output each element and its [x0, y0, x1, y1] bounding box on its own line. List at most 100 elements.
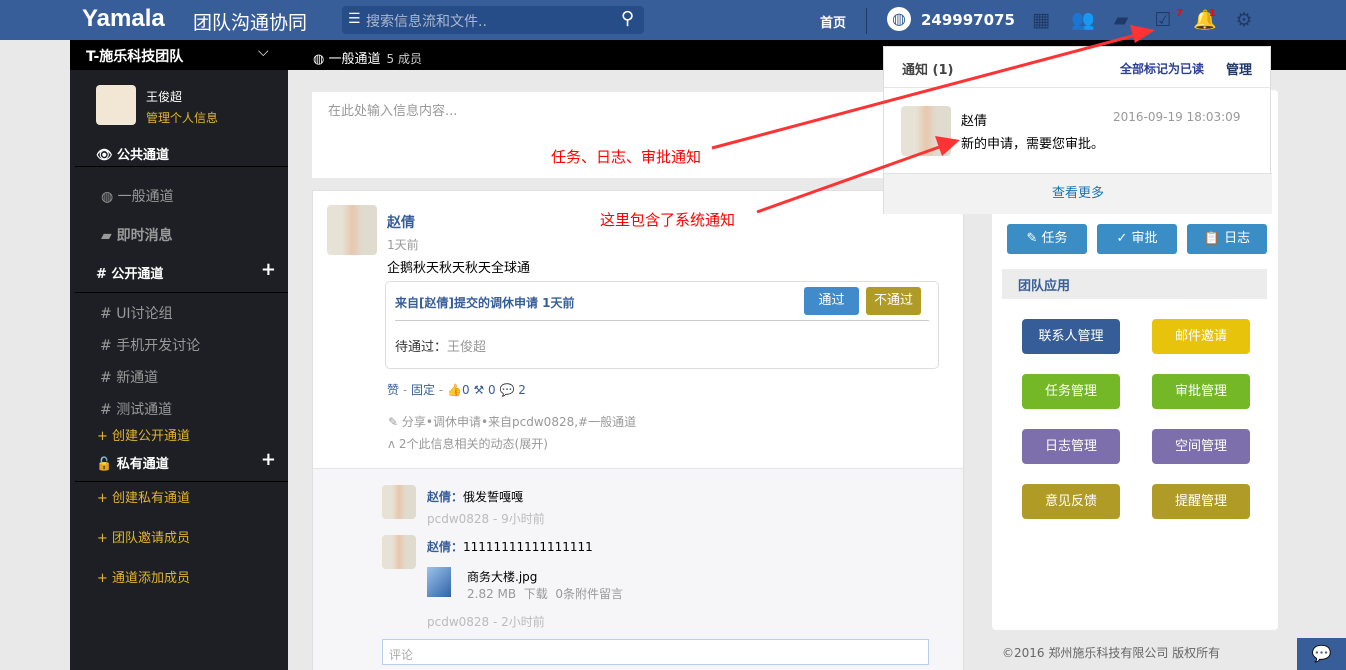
- add-open-channel-icon[interactable]: +: [261, 259, 276, 280]
- app-button[interactable]: 联系人管理: [1022, 319, 1120, 354]
- chat-icon: 💬: [1311, 644, 1332, 663]
- log-button[interactable]: 📋 日志: [1187, 224, 1267, 254]
- comment-avatar[interactable]: [382, 485, 416, 519]
- chat-widget-button[interactable]: 💬: [1297, 638, 1346, 670]
- label: UI讨论组: [116, 306, 173, 322]
- label: 手机开发讨论: [116, 338, 201, 354]
- add-channel-members-link[interactable]: + 通道添加成员: [70, 567, 288, 586]
- reject-button[interactable]: 不通过: [866, 287, 921, 315]
- member-count[interactable]: 5 成员: [387, 52, 422, 66]
- private-channels-header: 🔓 私有通道 +: [70, 449, 288, 472]
- sidebar-item-general[interactable]: ◍ 一般通道: [70, 186, 288, 206]
- app-button[interactable]: 日志管理: [1022, 429, 1120, 464]
- create-open-channel-link[interactable]: + 创建公开通道: [70, 425, 288, 444]
- divider: [75, 481, 288, 482]
- public-channels-header: 👁 公共通道: [70, 144, 288, 163]
- task-check-icon[interactable]: ☑: [1152, 9, 1174, 31]
- app-button[interactable]: 提醒管理: [1152, 484, 1250, 519]
- thumbs-up-icon[interactable]: 👍: [447, 383, 462, 397]
- edit-icon: ✎: [388, 415, 402, 429]
- globe-icon: ◍: [887, 7, 911, 31]
- post-author[interactable]: 赵倩: [387, 212, 415, 232]
- sidebar-channel[interactable]: # 手机开发讨论: [70, 335, 288, 355]
- contacts-icon[interactable]: 👥: [1071, 9, 1095, 31]
- search-input[interactable]: ☰ 搜索信息流和文件.. ⚲: [342, 6, 644, 34]
- comment: 赵倩：俄发誓嘎嘎: [427, 488, 523, 505]
- divider: [884, 87, 1270, 88]
- comment-count: 2: [518, 383, 526, 397]
- app-button[interactable]: 空间管理: [1152, 429, 1250, 464]
- create-private-channel-link[interactable]: + 创建私有通道: [70, 487, 288, 506]
- view-more-link[interactable]: 查看更多: [884, 173, 1272, 214]
- team-apps-header: 团队应用: [1002, 269, 1267, 299]
- logo[interactable]: Yamala: [82, 5, 165, 33]
- approval-title[interactable]: 来自[赵倩]提交的调休申请 1天前: [395, 294, 575, 311]
- file-thumbnail[interactable]: [427, 567, 451, 597]
- sidebar-channel[interactable]: # 新通道: [70, 367, 288, 387]
- pending-label: 待通过：: [395, 340, 448, 355]
- chat-icon[interactable]: ▰: [1110, 9, 1132, 31]
- file-size: 2.82 MB: [467, 587, 517, 601]
- lock-icon: 🔓: [96, 457, 117, 472]
- divider: [75, 166, 288, 167]
- app-button[interactable]: 审批管理: [1152, 374, 1250, 409]
- app-button[interactable]: 意见反馈: [1022, 484, 1120, 519]
- related-activity[interactable]: ʌ 2个此信息相关的动态(展开): [388, 435, 548, 452]
- divider: [866, 8, 867, 34]
- team-name[interactable]: T-施乐科技团队: [86, 46, 183, 66]
- post-actions: 赞 - 固定 - 👍0 ⚒ 0 💬 2: [387, 381, 526, 398]
- gear-icon[interactable]: ⚙: [1233, 9, 1255, 31]
- pin-link[interactable]: 固定: [411, 383, 435, 397]
- notification-dropdown: 通知 (1) 全部标记为已读 管理 赵倩 2016-09-19 18:03:09…: [883, 46, 1272, 214]
- sidebar-channel[interactable]: # UI讨论组: [70, 303, 288, 323]
- team-id: 249997075: [921, 11, 1015, 29]
- share-text[interactable]: 分享•调休申请•来自pcdw0828,#一般通道: [402, 415, 636, 429]
- mark-all-read-link[interactable]: 全部标记为已读: [1120, 60, 1204, 77]
- add-private-channel-icon[interactable]: +: [261, 449, 276, 470]
- notification-message[interactable]: 新的申请，需要您审批。: [961, 133, 1104, 152]
- post-time: 1天前: [387, 238, 419, 252]
- app-button[interactable]: 邮件邀请: [1152, 319, 1250, 354]
- sidebar-channel[interactable]: # 测试通道: [70, 399, 288, 419]
- approval-button[interactable]: ✓ 审批: [1097, 224, 1177, 254]
- comment-input[interactable]: 评论: [382, 639, 929, 665]
- notification-title: 通知 (1): [902, 63, 954, 78]
- file-info: 2.82 MB 下载 0条附件留言: [467, 585, 623, 602]
- chevron-down-icon[interactable]: ⌵: [258, 44, 269, 60]
- edit-icon: ✎: [1026, 231, 1042, 246]
- approve-button[interactable]: 通过: [804, 287, 859, 315]
- activity-icon: ʌ: [388, 437, 399, 451]
- check-circle-icon: ✓: [1116, 231, 1132, 246]
- search-placeholder: 搜索信息流和文件..: [366, 14, 487, 30]
- manage-link[interactable]: 管理: [1226, 59, 1252, 78]
- label: 审批: [1131, 231, 1158, 246]
- download-link[interactable]: 下载: [524, 587, 548, 601]
- hammer-icon[interactable]: ⚒: [473, 383, 484, 397]
- manage-profile-link[interactable]: 管理个人信息: [146, 109, 218, 126]
- invite-members-link[interactable]: + 团队邀请成员: [70, 527, 288, 546]
- apps-grid-icon[interactable]: ▦: [1030, 9, 1052, 31]
- comment-icon[interactable]: 💬: [500, 383, 515, 397]
- annotation-text: 这里包含了系统通知: [600, 211, 736, 229]
- sidebar-item-im[interactable]: ▰ 即时消息: [70, 225, 288, 245]
- comment-author[interactable]: 赵倩：: [427, 540, 463, 554]
- search-icon[interactable]: ⚲: [621, 8, 634, 29]
- like-link[interactable]: 赞: [387, 383, 399, 397]
- sender-avatar: [901, 106, 951, 156]
- globe-icon: ◍: [101, 189, 118, 205]
- task-button[interactable]: ✎ 任务: [1007, 224, 1087, 254]
- home-link[interactable]: 首页: [820, 12, 846, 31]
- tool-count: 0: [488, 383, 496, 397]
- sidebar: 王俊超 管理个人信息 👁 公共通道 ◍ 一般通道 ▰ 即时消息 # 公开通道 + …: [70, 70, 288, 670]
- chat-icon: ▰: [101, 228, 117, 244]
- app-button[interactable]: 任务管理: [1022, 374, 1120, 409]
- comment-author[interactable]: 赵倩：: [427, 490, 463, 504]
- comment-avatar[interactable]: [382, 535, 416, 569]
- file-name[interactable]: 商务大楼.jpg: [467, 568, 537, 585]
- post-text: 企鹅秋天秋天秋天全球通: [387, 261, 531, 276]
- file-notes[interactable]: 0条附件留言: [555, 587, 623, 601]
- author-avatar[interactable]: [327, 205, 377, 255]
- label: 日志: [1224, 231, 1251, 246]
- user-avatar[interactable]: [96, 85, 136, 125]
- menu-icon[interactable]: ☰: [348, 11, 361, 27]
